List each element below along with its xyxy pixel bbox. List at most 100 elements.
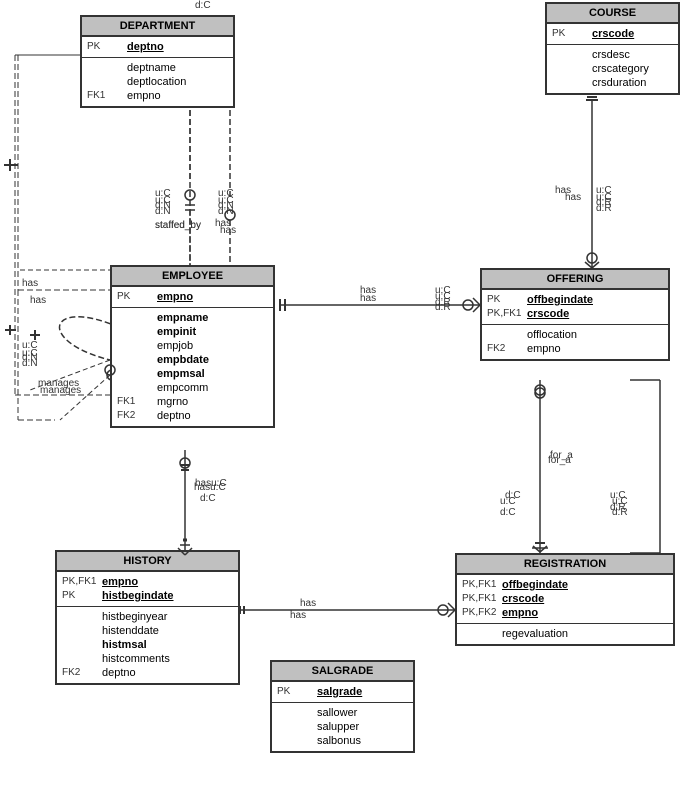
sal-salgrade: salgrade	[317, 686, 362, 698]
label-reg-dc: d:C	[500, 507, 516, 518]
label-has-uc: u:C	[218, 195, 234, 206]
hist-histbegindate: histbegindate	[102, 590, 174, 602]
off-row-empno: FK2 empno	[487, 342, 663, 356]
off-crscode: crscode	[527, 308, 569, 320]
label-emp-off-has: has	[360, 293, 376, 304]
emp-row-empjob: empjob	[117, 339, 268, 353]
emp-deptno: deptno	[157, 410, 191, 422]
course-pk-section: PK crscode	[547, 24, 678, 45]
reg-regevaluation: regevaluation	[502, 628, 568, 640]
emp-row-empbdate: empbdate	[117, 353, 268, 367]
offering-header: OFFERING	[482, 270, 668, 290]
dept-row-deptname: deptname	[87, 61, 228, 75]
salgrade-pk-section: PK salgrade	[272, 682, 413, 703]
reg-offbegindate: offbegindate	[502, 579, 568, 591]
emp-row-empcomm: empcomm	[117, 381, 268, 395]
off-offbegindate: offbegindate	[527, 294, 593, 306]
hist-pk-label: PK	[62, 590, 102, 601]
reg-empno: empno	[502, 607, 538, 619]
off-row-offlocation: offlocation	[487, 328, 663, 342]
sal-row-sallower: sallower	[277, 706, 408, 720]
label-course-dr: d:R	[596, 203, 612, 214]
hist-row-histcomments: histcomments	[62, 652, 233, 666]
hist-pkfk1-label: PK,FK1	[62, 576, 102, 587]
dept-deptname: deptname	[127, 62, 176, 74]
label-course-uc: u:C	[596, 192, 612, 203]
emp-empinit: empinit	[157, 326, 196, 338]
emp-fk1-label: FK1	[117, 396, 157, 407]
emp-empjob: empjob	[157, 340, 193, 352]
label-has-history: has	[290, 610, 306, 621]
salgrade-attr-section: sallower salupper salbonus	[272, 703, 413, 751]
course-row-crsduration: crsduration	[552, 76, 673, 90]
dept-deptno: deptno	[127, 41, 164, 53]
reg-row-regevaluation: regevaluation	[462, 627, 668, 641]
off-pk-label1: PK	[487, 294, 527, 305]
label-staffed-by-text: staffed_by	[155, 220, 201, 231]
hist-row-histbeginyear: histbeginyear	[62, 610, 233, 624]
label-emp-dn: d:N	[22, 358, 38, 369]
hist-row-histmsal: histmsal	[62, 638, 233, 652]
emp-row-empmsal: empmsal	[117, 367, 268, 381]
hist-histbeginyear: histbeginyear	[102, 611, 167, 623]
label-off-dr: d:R	[435, 302, 451, 313]
label-manages-text: manages	[40, 385, 81, 396]
label-has-hreg: has	[300, 598, 316, 609]
hist-deptno: deptno	[102, 667, 136, 679]
entity-employee: EMPLOYEE PK empno empname empinit empjob	[110, 265, 275, 428]
label-has-text: has	[220, 225, 236, 236]
emp-fk2-label: FK2	[117, 410, 157, 421]
department-header: DEPARTMENT	[82, 17, 233, 37]
dept-deptlocation: deptlocation	[127, 76, 186, 88]
employee-header: EMPLOYEE	[112, 267, 273, 287]
department-attr-section: deptname deptlocation FK1 empno	[82, 58, 233, 106]
label-reg-dr: d:R	[612, 507, 628, 518]
registration-header: REGISTRATION	[457, 555, 673, 575]
sal-salbonus: salbonus	[317, 735, 361, 747]
entity-salgrade: SALGRADE PK salgrade sallower salupper s…	[270, 660, 415, 753]
emp-row-deptno: FK2 deptno	[117, 409, 268, 423]
salgrade-header: SALGRADE	[272, 662, 413, 682]
label-staffed-by-uc: u:C	[155, 195, 171, 206]
hist-histmsal: histmsal	[102, 639, 147, 651]
registration-attr-section: regevaluation	[457, 624, 673, 644]
course-crscategory: crscategory	[592, 63, 649, 75]
label-reg-uc1: u:C	[500, 496, 516, 507]
reg-pkfk2-label: PK,FK2	[462, 607, 502, 618]
dept-row-deptloc: deptlocation	[87, 75, 228, 89]
erd-diagram: u:C d:N staffed_by has u:C d:N has u:C d…	[0, 0, 690, 803]
reg-pk-row3: PK,FK2 empno	[462, 606, 668, 620]
emp-empname: empname	[157, 312, 208, 324]
course-row-crscategory: crscategory	[552, 62, 673, 76]
label-reg-uc2: u:C	[612, 496, 628, 507]
course-pk-label: PK	[552, 28, 592, 39]
off-fk2-label: FK2	[487, 343, 527, 354]
course-crsdesc: crsdesc	[592, 49, 630, 61]
dept-empno: empno	[127, 90, 161, 102]
reg-pk-row2: PK,FK1 crscode	[462, 592, 668, 606]
sal-row-salupper: salupper	[277, 720, 408, 734]
sal-sallower: sallower	[317, 707, 357, 719]
hist-row-histenddate: histenddate	[62, 624, 233, 638]
offering-pk-section: PK offbegindate PK,FK1 crscode	[482, 290, 668, 325]
reg-pkfk1-label1: PK,FK1	[462, 579, 502, 590]
entity-registration: REGISTRATION PK,FK1 offbegindate PK,FK1 …	[455, 553, 675, 646]
history-pk-row1: PK,FK1 empno	[62, 575, 233, 589]
off-pkfk1-label: PK,FK1	[487, 308, 527, 319]
department-pk-row: PK deptno	[87, 40, 228, 54]
offering-pk-row2: PK,FK1 crscode	[487, 307, 663, 321]
history-header: HISTORY	[57, 552, 238, 572]
hist-fk2-label: FK2	[62, 667, 102, 678]
label-dc-hist: d:C	[200, 493, 216, 504]
label-has-d-c: d:C	[195, 0, 211, 11]
label-for-a-text: for_a	[548, 455, 571, 466]
emp-row-mgrno: FK1 mgrno	[117, 395, 268, 409]
emp-empmsal: empmsal	[157, 368, 205, 380]
emp-empbdate: empbdate	[157, 354, 209, 366]
emp-row-empname: empname	[117, 311, 268, 325]
emp-empcomm: empcomm	[157, 382, 208, 394]
sal-salupper: salupper	[317, 721, 359, 733]
course-header: COURSE	[547, 4, 678, 24]
course-pk-row: PK crscode	[552, 27, 673, 41]
salgrade-pk-row: PK salgrade	[277, 685, 408, 699]
